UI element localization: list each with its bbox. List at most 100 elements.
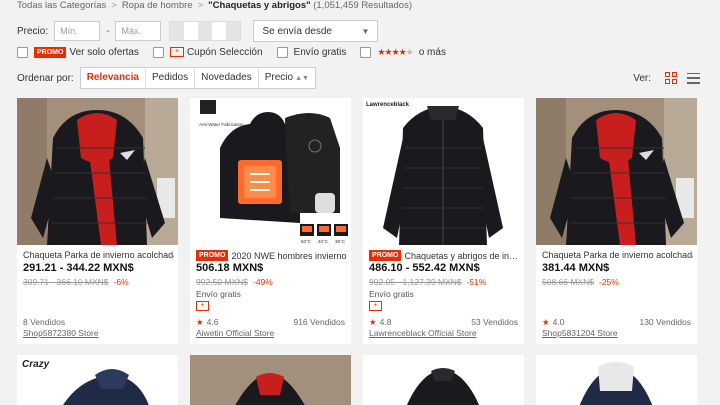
view-label: Ver:: [633, 72, 651, 84]
breadcrumb-category[interactable]: Ropa de hombre: [122, 0, 193, 11]
rating-value: 4.0: [552, 317, 565, 327]
sort-orders[interactable]: Pedidos: [146, 68, 196, 88]
product-title[interactable]: Chaqueta Parka de invierno acolchada: [23, 250, 174, 260]
result-count: (1,051,459 Resultados): [313, 0, 413, 11]
star-rating-icon: ★★★★★: [377, 46, 414, 58]
product-card[interactable]: Anti-Water Fabrication 50°C 40°C 38°C PR…: [190, 98, 351, 344]
sort-arrows-icon: ▲▼: [295, 75, 309, 82]
star-icon: ★: [542, 317, 550, 327]
sort-label: Ordenar por:: [17, 72, 74, 84]
ship-from-label: Se envía desde: [262, 25, 332, 37]
store-link[interactable]: Aiwetin Official Store: [196, 328, 274, 338]
price-label: Precio:: [17, 25, 49, 37]
discount-badge: -6%: [113, 277, 129, 287]
rating-value: 4.6: [206, 317, 219, 327]
product-title[interactable]: Chaqueta Parka de invierno acolchada: [542, 250, 693, 260]
promo-option[interactable]: PROMO Ver solo ofertas: [17, 46, 139, 58]
max-price-input[interactable]: Máx.: [115, 21, 162, 41]
rating: ★ 4.0: [542, 317, 564, 328]
temp-label: 40°C: [318, 239, 329, 244]
coupon-option-label: Cupón Selección: [186, 46, 263, 58]
rating-checkbox[interactable]: [360, 46, 372, 58]
product-title[interactable]: PROMO Chaquetas y abrigos de invierno: [369, 250, 520, 261]
product-stats: ★ 4.6 916 Vendidos: [196, 317, 345, 328]
product-card[interactable]: Lawrenceblack PROMO Chaquetas y abrigos …: [363, 98, 524, 344]
price-filter-row: Precio: Mín. - Máx. Se envía desde ▼: [17, 20, 379, 42]
discount-badge: -51%: [466, 277, 487, 287]
product-stats: ★ 4.8 53 Vendidos: [369, 317, 518, 328]
star-icon: ★★★★: [377, 46, 406, 57]
product-card[interactable]: Crazy: [17, 355, 178, 405]
free-shipping-label: Envío gratis: [293, 46, 347, 58]
free-shipping-label: Envío gratis: [369, 289, 414, 299]
coupon-icon: +: [169, 47, 184, 57]
product-card[interactable]: [363, 355, 524, 405]
free-shipping-option[interactable]: Envío gratis: [276, 46, 347, 58]
product-card[interactable]: Chaqueta Parka de invierno acolchada 381…: [536, 98, 697, 344]
coupon-option[interactable]: + Cupón Selección: [152, 46, 263, 58]
product-price: 291.21 - 344.22 MXN$: [23, 262, 134, 274]
temp-label: 38°C: [335, 239, 346, 244]
product-image[interactable]: Anti-Water Fabrication 50°C 40°C 38°C: [190, 98, 351, 245]
promo-option-label: Ver solo ofertas: [69, 46, 139, 58]
temp-label: 50°C: [301, 239, 312, 244]
promo-tag: PROMO: [196, 250, 229, 261]
breadcrumb: Todas las Categorías > Ropa de hombre > "Cha…: [17, 0, 412, 12]
product-title[interactable]: PROMO 2020 NWE hombres invierno: [196, 250, 347, 261]
original-price: 992.50 MXN$ -49%: [196, 277, 273, 287]
sort-bar: Ordenar por: Relevancia Pedidos Novedade…: [17, 67, 700, 89]
product-stats: ★ 4.0 130 Vendidos: [542, 317, 691, 328]
product-image[interactable]: Lawrenceblack: [363, 98, 524, 245]
ship-from-select[interactable]: Se envía desde ▼: [253, 20, 379, 42]
original-price-value: 992.05 - 1,127.39 MXN$: [369, 277, 462, 287]
original-price-value: 309.71 - 366.10 MXN$: [23, 277, 109, 287]
list-view-icon[interactable]: [687, 72, 700, 84]
product-card[interactable]: [536, 355, 697, 405]
sort-price[interactable]: Precio ▲▼: [259, 68, 315, 88]
original-price: 309.71 - 366.10 MXN$ -6%: [23, 277, 129, 287]
original-price: 508.66 MXN$ -25%: [542, 277, 619, 287]
product-image[interactable]: [536, 355, 697, 405]
breadcrumb-all-categories[interactable]: Todas las Categorías: [17, 0, 106, 11]
product-image[interactable]: [363, 355, 524, 405]
product-image[interactable]: Crazy: [17, 355, 178, 405]
free-shipping-checkbox[interactable]: [276, 46, 288, 58]
grid-view-icon[interactable]: [665, 72, 677, 84]
promo-tag: PROMO: [34, 46, 67, 58]
product-price: 506.18 MXN$: [196, 262, 264, 274]
product-card[interactable]: [190, 355, 351, 405]
rating: ★ 4.6: [196, 317, 218, 328]
product-image-label: Anti-Water Fabrication: [199, 122, 244, 127]
coupon-checkbox[interactable]: [152, 46, 164, 58]
rating-option[interactable]: ★★★★★ o más: [360, 46, 446, 58]
promo-checkbox[interactable]: [17, 46, 28, 58]
product-image[interactable]: [536, 98, 697, 245]
sort-relevance[interactable]: Relevancia: [81, 68, 146, 88]
star-icon: ★: [369, 317, 377, 327]
product-card[interactable]: Chaqueta Parka de invierno acolchada 291…: [17, 98, 178, 344]
sold-count: 916 Vendidos: [293, 317, 345, 327]
sold-count: 8 Vendidos: [23, 317, 66, 327]
sort-price-label: Precio: [264, 72, 294, 83]
store-link[interactable]: Shop5831204 Store: [542, 328, 618, 338]
breadcrumb-separator: >: [197, 0, 204, 11]
chevron-down-icon: ▼: [361, 26, 370, 36]
blurred-filter-box[interactable]: [169, 21, 242, 41]
store-link[interactable]: Lawrenceblack Official Store: [369, 328, 477, 338]
product-image[interactable]: [190, 355, 351, 405]
brand-watermark: Crazy: [22, 359, 50, 370]
breadcrumb-separator: >: [111, 0, 117, 11]
sold-count: 53 Vendidos: [471, 317, 518, 327]
product-price: 381.44 MXN$: [542, 262, 610, 274]
sort-newest[interactable]: Novedades: [195, 68, 259, 88]
store-link[interactable]: Shop5872380 Store: [23, 328, 99, 338]
free-shipping-label: Envío gratis: [196, 289, 241, 299]
rating: ★ 4.8: [369, 317, 391, 328]
search-query: "Chaquetas y abrigos": [208, 0, 311, 11]
sort-options: Relevancia Pedidos Novedades Precio ▲▼: [79, 67, 316, 89]
star-icon: ★: [405, 46, 414, 57]
rating-option-label: o más: [418, 46, 446, 58]
product-title-text: Chaquetas y abrigos de invierno: [404, 250, 520, 261]
product-image[interactable]: [17, 98, 178, 245]
min-price-input[interactable]: Mín.: [54, 21, 101, 41]
